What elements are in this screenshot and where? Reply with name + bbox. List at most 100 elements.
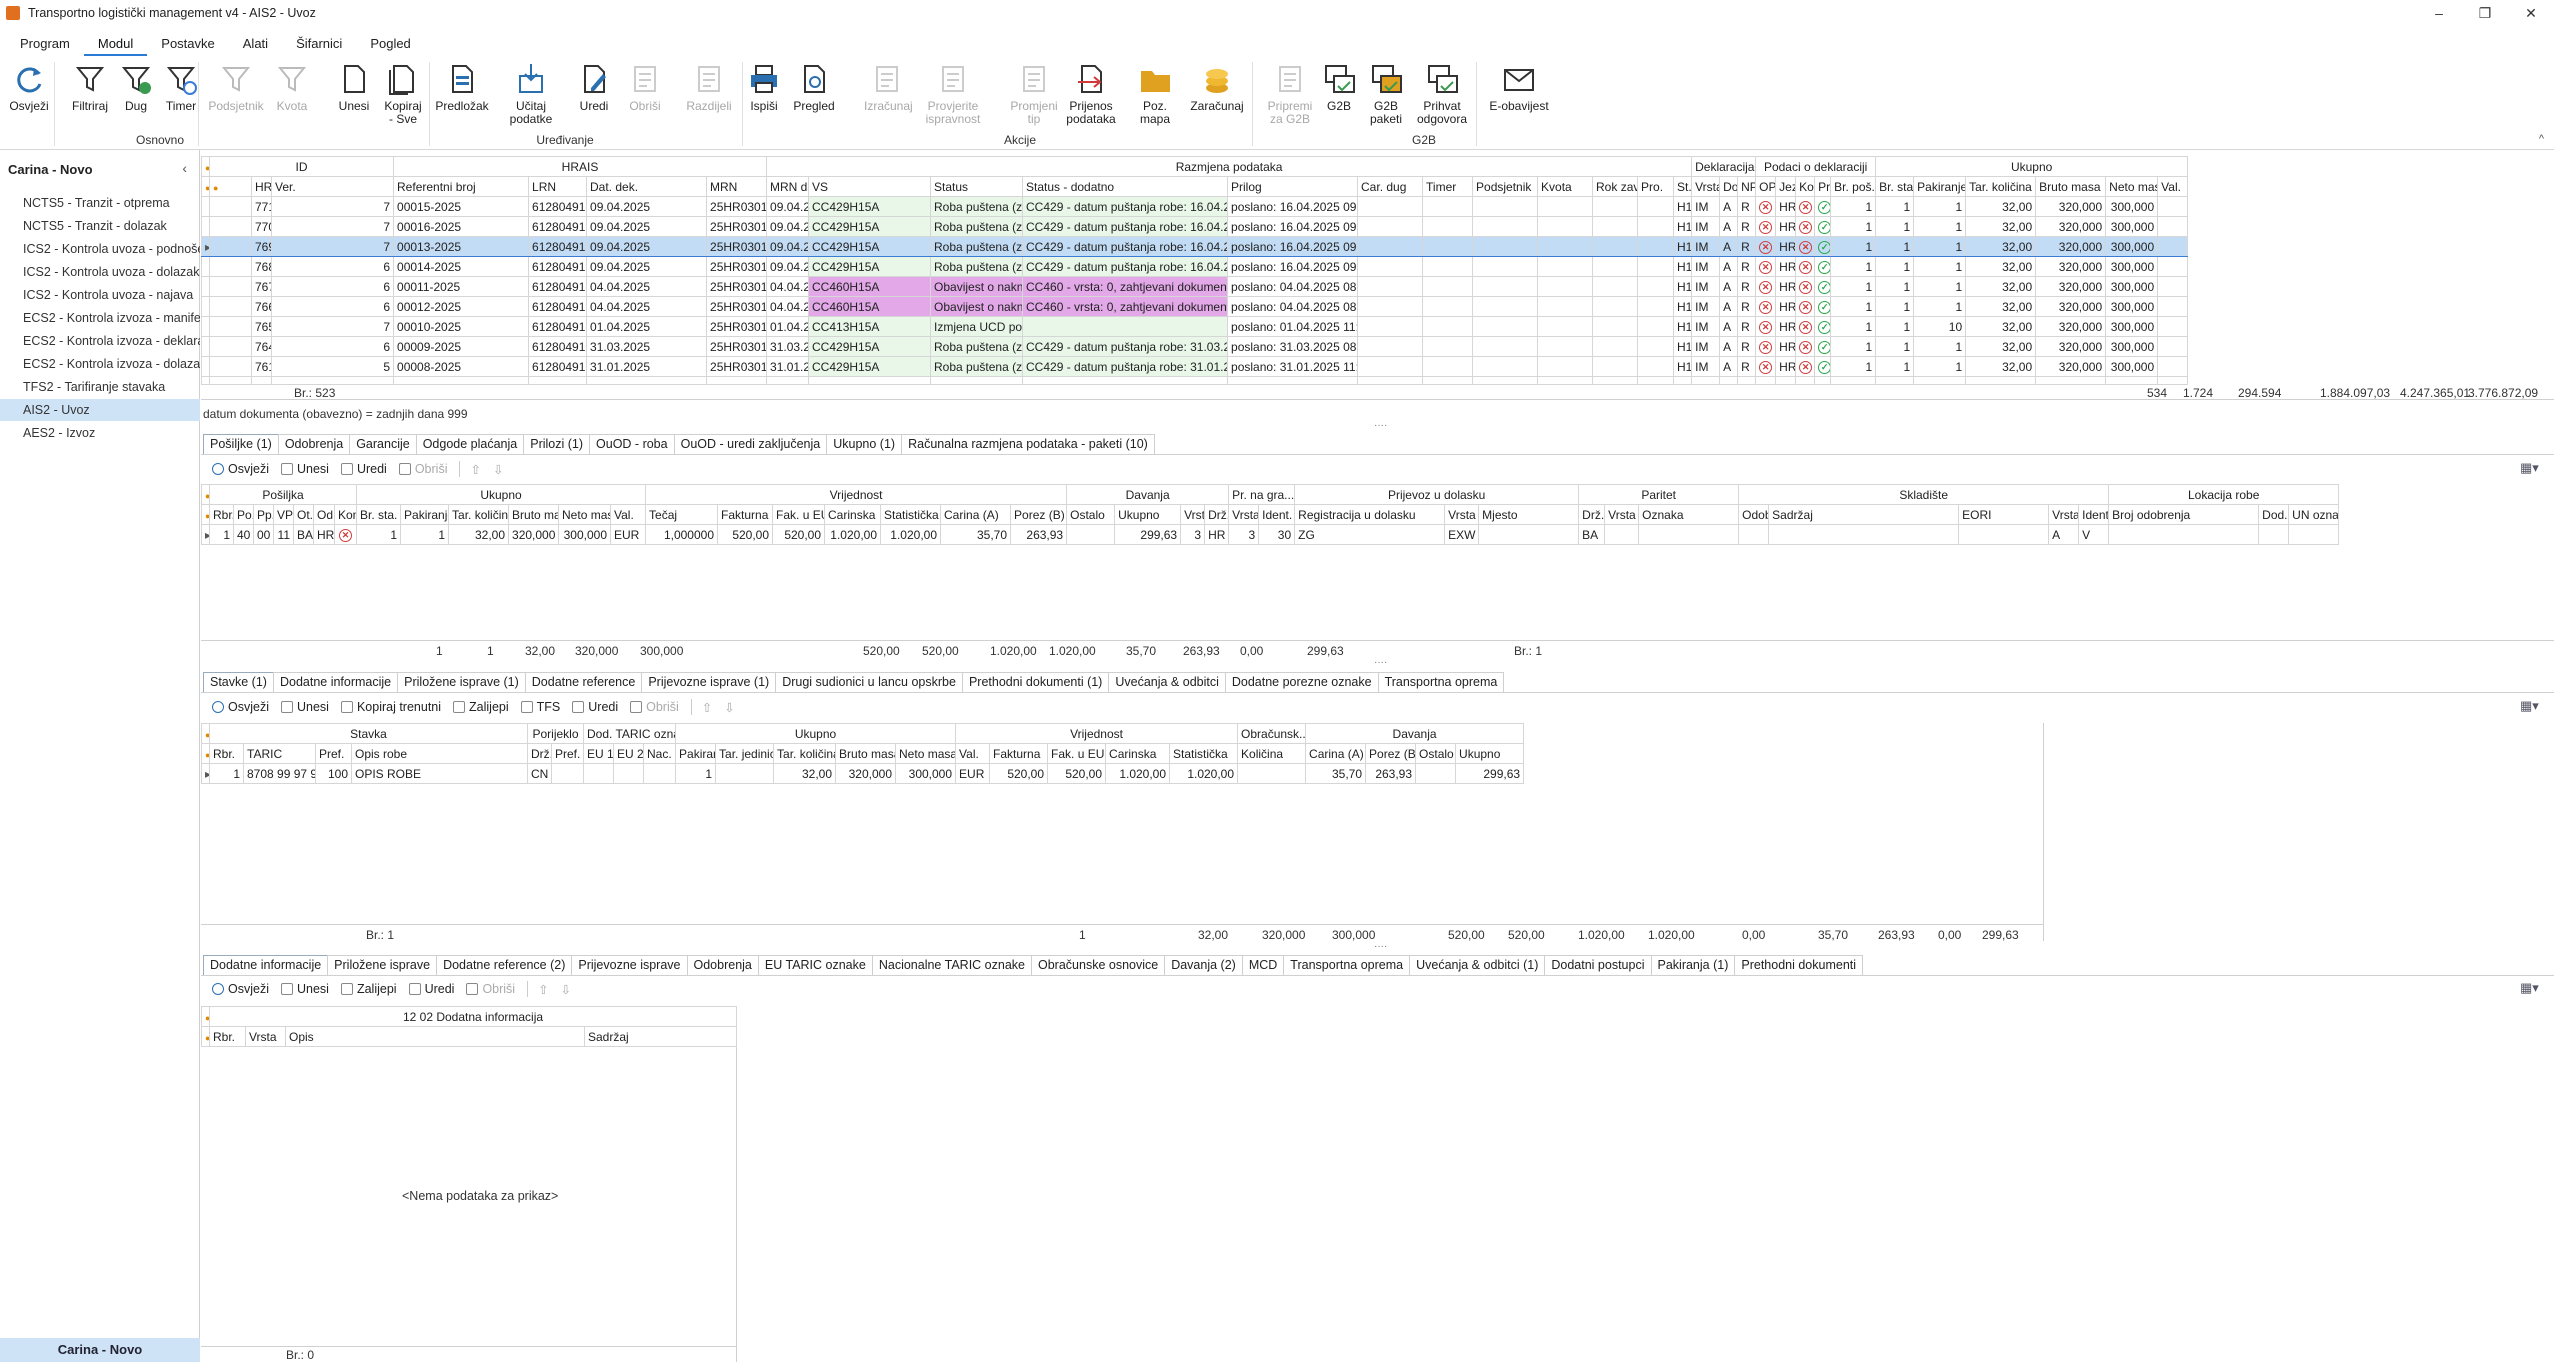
col-header-ver[interactable]: Ver. — [270, 176, 395, 197]
tab-ouod-roba[interactable]: OuOD - roba — [589, 434, 675, 454]
ribbon-zaracunaj-button[interactable]: Zaračunaj — [1186, 62, 1248, 113]
tab-eu-taric-oznake[interactable]: EU TARIC oznake — [757, 955, 873, 975]
col-header-carina-a[interactable]: Carina (A) — [1305, 743, 1367, 764]
column-chooser-icon[interactable]: ▦▾ — [2520, 460, 2539, 476]
col-header-tar-kolicina[interactable]: Tar. količina — [448, 504, 510, 525]
unesi-button[interactable]: Unesi — [280, 982, 329, 996]
col-header-odob[interactable]: Odob. — [1738, 504, 1770, 525]
col-header-opis[interactable]: Opis — [285, 1026, 585, 1047]
menu-modul[interactable]: Modul — [83, 32, 148, 56]
ribbon-predlozak-button[interactable]: Predložak — [431, 62, 493, 113]
col-header-sadrzaj[interactable]: Sadržaj — [583, 1026, 738, 1047]
col-header-podsjetnik[interactable]: Podsjetnik — [1472, 176, 1539, 197]
row-indicator[interactable] — [201, 316, 210, 337]
col-header-br-pos[interactable]: Br. poš. — [1830, 176, 1877, 197]
kopiraj-trenutni-button[interactable]: Kopiraj trenutni — [340, 700, 441, 714]
row-indicator[interactable] — [201, 256, 210, 277]
col-header-mjesto[interactable]: Mjesto — [1478, 504, 1580, 525]
sidebar-item-ncts5-tranzit-dolazak[interactable]: NCTS5 - Tranzit - dolazak — [0, 215, 200, 237]
ribbon-prihvat-odgovora-button[interactable]: Prihvat odgovora — [1414, 62, 1470, 126]
col-header-tar-kolicina[interactable]: Tar. količina — [1965, 176, 2037, 197]
row-indicator[interactable]: ▸ — [201, 236, 210, 257]
table-row[interactable]: 767600011-20256128049164125000000001104.… — [201, 276, 2189, 297]
col-header-pakiranje[interactable]: Pakiranje — [675, 743, 717, 764]
obrisi-button[interactable]: Obriši — [630, 700, 679, 714]
ribbon-ispisi-button[interactable]: Ispiši — [744, 62, 784, 113]
col-header-statisticka[interactable]: Statistička — [1169, 743, 1239, 764]
ribbon-dug-button[interactable]: Dug — [117, 62, 155, 113]
row-indicator[interactable]: ▸ — [201, 524, 210, 545]
tab-transportna-oprema[interactable]: Transportna oprema — [1283, 955, 1411, 975]
col-header-taric[interactable]: TARIC — [243, 743, 316, 764]
col-header-pakiranje[interactable]: Pakiranje — [400, 504, 450, 525]
tab-dodatne-informacije[interactable]: Dodatne informacije — [272, 672, 399, 692]
col-header-drz[interactable]: Drž. — [527, 743, 552, 764]
ribbon-pregled-button[interactable]: Pregled — [789, 62, 839, 113]
col-header-bruto-masa[interactable]: Bruto masa — [835, 743, 897, 764]
col-header-kon[interactable]: Kon. — [333, 504, 358, 525]
tab-dodatni-postupci[interactable]: Dodatni postupci — [1544, 955, 1652, 975]
tab-prilozi-1[interactable]: Prilozi (1) — [523, 434, 591, 454]
tab-dodatne-reference-2[interactable]: Dodatne reference (2) — [436, 955, 573, 975]
menu-program[interactable]: Program — [6, 32, 84, 56]
move-up-icon[interactable]: ⇧ — [470, 462, 480, 477]
tab-dodatne-informacije[interactable]: Dodatne informacije — [203, 955, 329, 975]
col-header-eu-2[interactable]: EU 2 — [613, 743, 644, 764]
table-row[interactable]: 768600014-20256128049164125000000001409.… — [201, 256, 2189, 277]
col-header-vrsta[interactable]: Vrsta — [1604, 504, 1640, 525]
col-header-sadrzaj[interactable]: Sadržaj — [1768, 504, 1960, 525]
move-down-icon[interactable]: ⇩ — [493, 462, 503, 477]
col-header-ident[interactable]: Ident. — [2078, 504, 2110, 525]
tab-mcd[interactable]: MCD — [1241, 955, 1285, 975]
ribbon-filtriraj-button[interactable]: Filtriraj — [68, 62, 112, 113]
obrisi-button[interactable]: Obriši — [466, 982, 515, 996]
row-indicator[interactable]: ▸ — [201, 763, 210, 784]
tab-odobrenja[interactable]: Odobrenja — [686, 955, 759, 975]
col-header-broj-odobrenja[interactable]: Broj odobrenja — [2108, 504, 2260, 525]
col-header-opis-robe[interactable]: Opis robe — [351, 743, 528, 764]
ribbon-izracunaj-button[interactable]: Izračunaj — [864, 62, 913, 113]
col-header-op[interactable]: OP — [1755, 176, 1777, 197]
col-header-fak-u-eur[interactable]: Fak. u EUR — [1047, 743, 1107, 764]
col-header-pakiranje[interactable]: Pakiranje — [1913, 176, 1967, 197]
menu-alati[interactable]: Alati — [229, 32, 282, 56]
splitter-grip[interactable]: ···· — [1374, 420, 1387, 431]
col-header-status-dodatno[interactable]: Status - dodatno — [1022, 176, 1229, 197]
col-header-neto-masa[interactable]: Neto masa — [895, 743, 957, 764]
col-header-neto-masa[interactable]: Neto masa — [2105, 176, 2159, 197]
tab-pakiranja-1[interactable]: Pakiranja (1) — [1650, 955, 1736, 975]
col-header-status[interactable]: Status — [930, 176, 1024, 197]
tab-prilozene-isprave[interactable]: Priložene isprave — [327, 955, 438, 975]
osvjezi-button[interactable]: Osvježi — [212, 462, 269, 476]
tab-prethodni-dokumenti-1[interactable]: Prethodni dokumenti (1) — [961, 672, 1110, 692]
ribbon-podsjetnik-button[interactable]: Podsjetnik — [208, 62, 264, 113]
table-row[interactable]: 770700016-20256128049164125000000001609.… — [201, 216, 2189, 237]
ribbon-promjeni-tip-button[interactable]: Promjeni tip — [1006, 62, 1062, 126]
table-row[interactable]: 766600012-20256128049164125000000001204.… — [201, 296, 2189, 317]
col-header-carina-a[interactable]: Carina (A) — [940, 504, 1012, 525]
tab-drugi-sudionici-u-lancu-opskrbe[interactable]: Drugi sudionici u lancu opskrbe — [775, 672, 963, 692]
header-indicator[interactable]: ● — [201, 176, 210, 197]
col-header-vrsta[interactable]: Vrsta — [1228, 504, 1260, 525]
col-header-statisticka[interactable]: Statistička — [880, 504, 942, 525]
tab-obracunske-osnovice[interactable]: Obračunske osnovice — [1031, 955, 1166, 975]
ribbon-pripremi-za-g2b-button[interactable]: Pripremi za G2B — [1262, 62, 1318, 126]
col-header-mrn-dat[interactable]: MRN dat. — [766, 176, 810, 197]
col-header-timer[interactable]: Timer — [1422, 176, 1474, 197]
move-up-icon[interactable]: ⇧ — [538, 982, 548, 997]
col-header-prilog[interactable]: Prilog — [1227, 176, 1359, 197]
tab-uvecanja-odbitci-1[interactable]: Uvećanja & odbitci (1) — [1409, 955, 1546, 975]
ribbon-g2b-button[interactable]: G2B — [1322, 62, 1356, 113]
col-header-drz[interactable]: Drž. — [1578, 504, 1606, 525]
close-icon[interactable]: ✕ — [2508, 0, 2554, 26]
col-header-fak-u-eur[interactable]: Fak. u EUR — [772, 504, 826, 525]
sidebar-item-ncts5-tranzit-otprema[interactable]: NCTS5 - Tranzit - otprema — [0, 192, 200, 214]
collapse-sidebar-icon[interactable]: ‹ — [182, 160, 187, 176]
table-row[interactable]: ▸18708 99 97 90100OPIS ROBECN132,00320,0… — [201, 763, 1525, 784]
menu-pogled[interactable]: Pogled — [356, 32, 424, 56]
col-header-fakturna[interactable]: Fakturna — [989, 743, 1049, 764]
col-header-bruto-masa[interactable]: Bruto masa — [2035, 176, 2107, 197]
sidebar-item-ais2-uvoz[interactable]: AIS2 - Uvoz — [0, 399, 200, 421]
tab-davanja-2[interactable]: Davanja (2) — [1164, 955, 1243, 975]
tab-dodatne-reference[interactable]: Dodatne reference — [524, 672, 643, 692]
